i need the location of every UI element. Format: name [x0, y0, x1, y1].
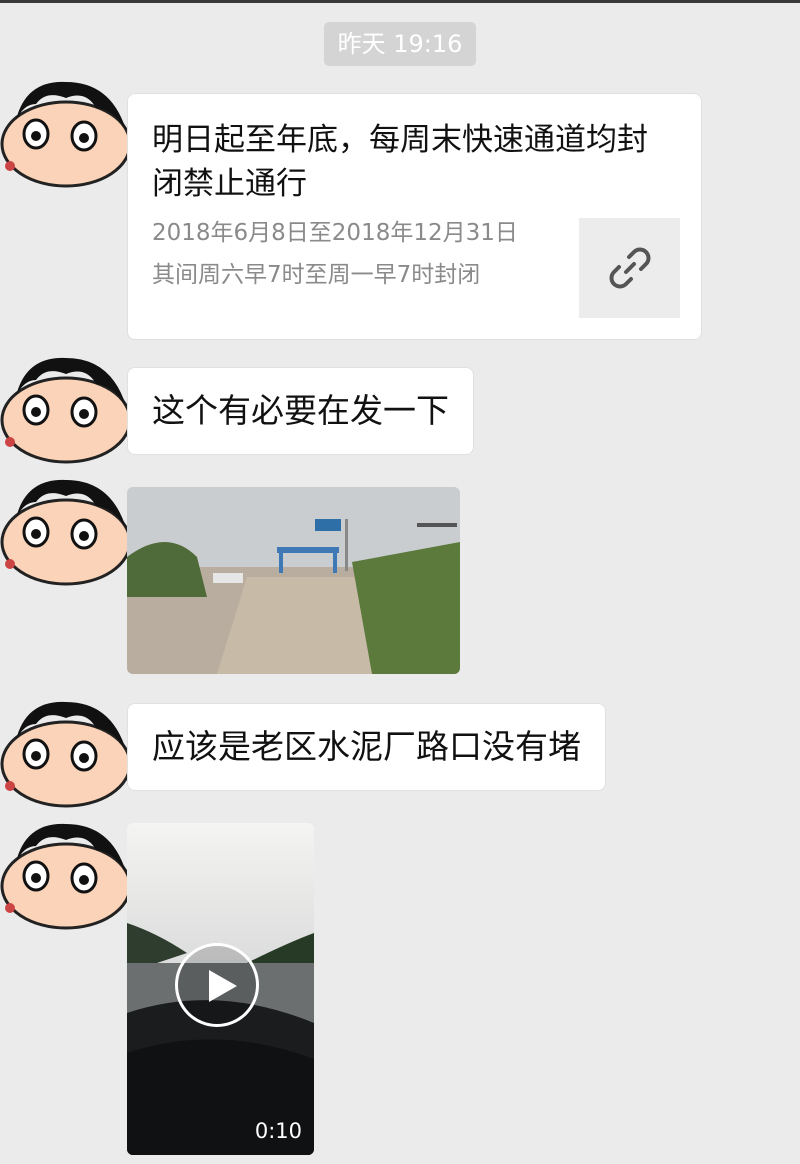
message-bubble[interactable]: 应该是老区水泥厂路口没有堵 — [127, 703, 606, 791]
avatar[interactable] — [0, 468, 136, 588]
avatar[interactable] — [0, 70, 136, 190]
link-card-description: 2018年6月8日至2018年12月31日 其间周六早7时至周一早7时封闭 — [152, 212, 518, 296]
video-duration: 0:10 — [254, 1119, 302, 1143]
video-message[interactable]: 0:10 — [127, 823, 314, 1155]
play-icon[interactable] — [175, 943, 259, 1027]
message-bubble[interactable]: 这个有必要在发一下 — [127, 367, 474, 455]
road-photo — [127, 487, 460, 674]
link-card-title: 明日起至年底，每周末快速通道均封闭禁止通行 — [152, 122, 648, 202]
message-text: 这个有必要在发一下 — [152, 391, 449, 430]
link-card-description-line: 2018年6月8日至2018年12月31日 — [152, 220, 518, 246]
avatar[interactable] — [0, 346, 136, 466]
image-message[interactable] — [127, 487, 460, 674]
message-text: 应该是老区水泥厂路口没有堵 — [152, 727, 581, 766]
avatar[interactable] — [0, 812, 136, 932]
avatar[interactable] — [0, 690, 136, 810]
timestamp-badge: 昨天 19:16 — [324, 22, 476, 66]
top-divider — [0, 0, 800, 3]
link-thumbnail — [579, 218, 680, 318]
link-card-description-line: 其间周六早7时至周一早7时封闭 — [152, 262, 481, 288]
link-icon — [609, 247, 650, 289]
link-card[interactable]: 明日起至年底，每周末快速通道均封闭禁止通行 2018年6月8日至2018年12月… — [127, 93, 702, 340]
